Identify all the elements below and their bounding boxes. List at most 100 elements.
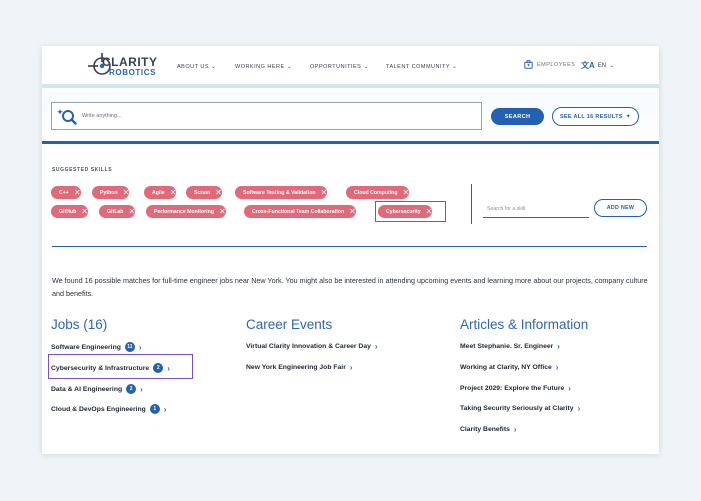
- nav-talent-community[interactable]: TALENT COMMUNITY ⌄: [386, 63, 458, 71]
- translate-icon: 文A: [581, 61, 595, 70]
- chevron-right-icon: ›: [568, 384, 571, 393]
- event-label: Virtual Clarity Innovation & Career Day: [246, 343, 371, 350]
- close-icon[interactable]: ✕: [74, 188, 81, 197]
- top-navigation: CLARITY ROBOTICS ABOUT US ⌄ WORKING HERE…: [42, 46, 659, 88]
- sparkle-icon: ✦: [625, 114, 632, 120]
- chevron-right-icon: ›: [163, 404, 167, 414]
- see-all-label: SEE ALL 16 RESULTS: [559, 113, 623, 120]
- chip-label: Scrum: [194, 189, 211, 196]
- chevron-right-icon: ›: [374, 342, 378, 351]
- jobs-heading: Jobs (16): [51, 317, 108, 332]
- chip-label: Performance Monitoring: [154, 208, 214, 215]
- article-label: Meet Stephanie. Sr. Engineer: [460, 343, 554, 350]
- article-link[interactable]: Clarity Benefits ›: [460, 425, 517, 434]
- logo-text-clarity: CLARITY: [102, 55, 158, 69]
- language-label: EN: [597, 62, 607, 69]
- job-category-link[interactable]: Data & AI Engineering 2 ›: [51, 384, 143, 394]
- chevron-right-icon: ›: [140, 384, 143, 394]
- job-category-link[interactable]: Software Engineering 11 ›: [51, 342, 142, 352]
- close-icon[interactable]: ✕: [170, 188, 177, 197]
- chevron-right-icon: ›: [557, 342, 560, 351]
- skill-chip[interactable]: C++ ✕: [51, 186, 81, 199]
- skill-chip[interactable]: Cross-Functional Team Collaboration ✕: [244, 205, 356, 218]
- job-category-label: Data & AI Engineering: [51, 385, 123, 393]
- nav-working-here[interactable]: WORKING HERE ⌄: [235, 63, 293, 71]
- search-button[interactable]: SEARCH: [491, 108, 544, 125]
- chip-label: Agile: [152, 189, 165, 196]
- skill-chip[interactable]: Performance Monitoring ✕: [146, 205, 226, 218]
- close-icon[interactable]: ✕: [321, 188, 328, 197]
- chevron-down-icon: ⌄: [363, 64, 369, 70]
- article-label: Taking Security Seriously at Clarity: [460, 405, 574, 412]
- close-icon[interactable]: ✕: [123, 188, 130, 197]
- skill-chip[interactable]: GitLab ✕: [99, 205, 136, 218]
- search-placeholder: Write anything...: [82, 113, 122, 119]
- article-link[interactable]: Project 2029: Explore the Future ›: [460, 384, 571, 393]
- articles-heading: Articles & Information: [460, 317, 589, 332]
- language-selector[interactable]: 文A EN ⌄: [581, 60, 614, 71]
- search-sparkle-icon: [57, 109, 77, 125]
- chevron-down-icon: ⌄: [609, 63, 615, 69]
- event-link[interactable]: Virtual Clarity Innovation & Career Day …: [246, 342, 378, 351]
- chevron-right-icon: ›: [555, 363, 559, 372]
- search-band: Write anything... SEARCH SEE ALL 16 RESU…: [42, 92, 659, 144]
- nav-label: OPPORTUNITIES: [310, 63, 362, 70]
- close-icon[interactable]: ✕: [219, 207, 226, 216]
- skill-chip[interactable]: GitHub ✕: [51, 205, 88, 218]
- close-icon[interactable]: ✕: [215, 188, 222, 197]
- article-label: Clarity Benefits: [460, 426, 510, 433]
- chip-label: C++: [59, 189, 69, 196]
- chip-label: Software Testing & Validation: [243, 189, 316, 196]
- cybersecurity-highlight: [375, 201, 446, 222]
- nav-about-us[interactable]: ABOUT US ⌄: [177, 63, 217, 71]
- employees-link[interactable]: EMPLOYEES: [524, 60, 575, 69]
- employees-label: EMPLOYEES: [537, 61, 576, 68]
- skills-divider: [471, 184, 472, 224]
- skill-chip[interactable]: Python ✕: [92, 186, 130, 199]
- clarity-robotics-logo[interactable]: CLARITY ROBOTICS: [88, 53, 157, 81]
- event-link[interactable]: New York Engineering Job Fair ›: [246, 363, 353, 372]
- nav-label: TALENT COMMUNITY: [386, 63, 451, 70]
- close-icon[interactable]: ✕: [403, 188, 410, 197]
- article-label: Working at Clarity, NY Office: [460, 364, 552, 371]
- career-events-heading: Career Events: [246, 317, 333, 332]
- nav-label: ABOUT US: [177, 63, 210, 70]
- article-link[interactable]: Taking Security Seriously at Clarity ›: [460, 404, 580, 413]
- event-label: New York Engineering Job Fair: [246, 364, 346, 371]
- job-category-label: Software Engineering: [51, 343, 121, 351]
- skill-chip[interactable]: Software Testing & Validation ✕: [235, 186, 328, 199]
- close-icon[interactable]: ✕: [349, 207, 356, 216]
- skill-search-input[interactable]: Search for a skill: [483, 200, 589, 218]
- count-badge: 11: [124, 342, 135, 352]
- skill-chip[interactable]: Scrum ✕: [186, 186, 222, 199]
- count-badge: 1: [149, 404, 160, 414]
- search-input[interactable]: Write anything...: [51, 102, 482, 130]
- suggested-skills-label: SUGGESTED SKILLS: [52, 167, 113, 173]
- article-link[interactable]: Meet Stephanie. Sr. Engineer ›: [460, 342, 560, 351]
- chevron-down-icon: ⌄: [211, 64, 217, 70]
- nav-opportunities[interactable]: OPPORTUNITIES ⌄: [310, 63, 369, 71]
- skill-chip[interactable]: Cloud Computing ✕: [346, 186, 410, 199]
- chevron-right-icon: ›: [513, 425, 517, 434]
- chevron-down-icon: ⌄: [286, 64, 293, 70]
- section-divider: [52, 246, 647, 247]
- chip-label: Cross-Functional Team Collaboration: [252, 208, 345, 215]
- close-icon[interactable]: ✕: [81, 207, 88, 216]
- chevron-right-icon: ›: [349, 363, 353, 372]
- add-new-skill-button[interactable]: ADD NEW: [594, 199, 647, 217]
- job-category-label: Cloud & DevOps Engineering: [51, 405, 146, 413]
- chevron-right-icon: ›: [138, 342, 142, 352]
- job-category-link[interactable]: Cloud & DevOps Engineering 1 ›: [51, 404, 166, 414]
- close-icon[interactable]: ✕: [128, 207, 135, 216]
- page-card: CLARITY ROBOTICS ABOUT US ⌄ WORKING HERE…: [42, 46, 659, 454]
- chip-label: Python: [100, 189, 118, 196]
- chip-label: Cloud Computing: [354, 189, 398, 196]
- intro-text: We found 16 possible matches for full-ti…: [52, 276, 648, 298]
- employees-icon: [524, 60, 533, 69]
- skill-chip[interactable]: Agile ✕: [144, 186, 177, 199]
- see-all-results-button[interactable]: SEE ALL 16 RESULTS ✦: [552, 107, 639, 126]
- article-link[interactable]: Working at Clarity, NY Office ›: [460, 363, 558, 372]
- chip-label: GitHub: [59, 208, 77, 215]
- count-badge: 2: [126, 384, 137, 394]
- skill-search-placeholder: Search for a skill: [487, 206, 526, 212]
